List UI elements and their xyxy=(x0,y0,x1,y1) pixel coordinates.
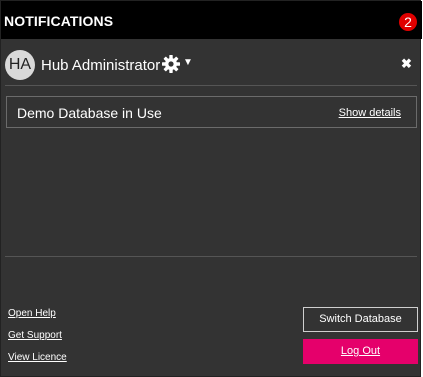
open-help-link[interactable]: Open Help xyxy=(8,308,56,319)
view-licence-link[interactable]: View Licence xyxy=(8,352,67,363)
user-row: HA Hub Administrator ▼ ✖ xyxy=(1,48,422,82)
notifications-panel: NOTIFICATIONS 2 HA Hub Administrator ▼ ✖… xyxy=(0,0,422,377)
notification-count-badge[interactable]: 2 xyxy=(399,13,417,31)
avatar: HA xyxy=(5,50,35,80)
show-details-link[interactable]: Show details xyxy=(339,107,401,119)
close-icon[interactable]: ✖ xyxy=(401,56,412,72)
switch-database-button[interactable]: Switch Database xyxy=(303,307,418,332)
gear-icon[interactable] xyxy=(161,54,181,74)
caret-down-icon[interactable]: ▼ xyxy=(183,57,193,68)
user-name: Hub Administrator xyxy=(41,57,161,74)
panel-title: NOTIFICATIONS xyxy=(4,13,114,29)
notification-item: Demo Database in Use Show details xyxy=(6,96,417,128)
divider xyxy=(5,85,417,86)
get-support-link[interactable]: Get Support xyxy=(8,330,62,341)
log-out-button[interactable]: Log Out xyxy=(303,339,418,364)
notification-text: Demo Database in Use xyxy=(17,105,162,121)
panel-header: NOTIFICATIONS 2 xyxy=(1,1,422,39)
divider xyxy=(5,256,417,257)
